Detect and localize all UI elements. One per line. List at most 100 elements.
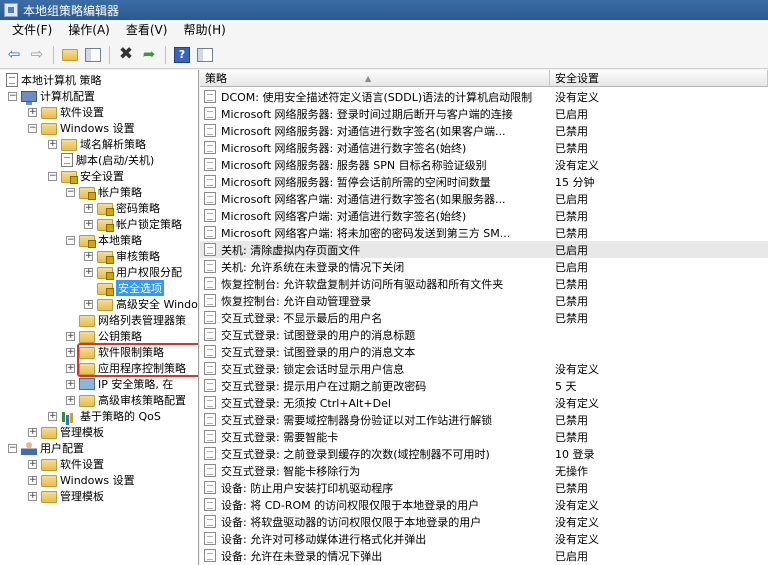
tree-node-audit-policy[interactable]: + 审核策略 [84,248,160,264]
policy-row[interactable]: 交互式登录: 需要域控制器身份验证以对工作站进行解锁 已禁用 [200,411,768,428]
security-folder-icon [97,202,114,216]
policy-row[interactable]: 设备: 允许在未登录的情况下弹出 已启用 [200,547,768,564]
policy-row[interactable]: Microsoft 网络服务器: 服务器 SPN 目标名称验证级别 没有定义 [200,156,768,173]
tree-node-software-settings[interactable]: + 软件设置 [28,104,104,120]
policy-name: 交互式登录: 智能卡移除行为 [221,464,361,478]
policy-row[interactable]: 交互式登录: 需要智能卡 已禁用 [200,428,768,445]
expand-icon[interactable]: + [48,139,57,149]
policy-row[interactable]: 交互式登录: 智能卡移除行为 无操作 [200,462,768,479]
policy-row[interactable]: 设备: 防止用户安装打印机驱动程序 已禁用 [200,479,768,496]
column-header-setting[interactable]: 安全设置 [550,70,768,87]
help-icon[interactable]: ? [172,45,192,65]
collapse-icon[interactable]: − [8,91,17,101]
menu-action[interactable]: 操作(A) [60,20,118,41]
policy-row[interactable]: 关机: 允许系统在未登录的情况下关闭 已启用 [200,258,768,275]
tree-node-qos[interactable]: + 基于策略的 QoS [48,408,161,424]
menu-file[interactable]: 文件(F) [4,20,60,41]
tree-node-admin-templates[interactable]: + 管理模板 [28,424,104,440]
tree-node-user-config[interactable]: − 用户配置 [8,440,84,456]
expand-icon[interactable]: + [48,411,57,421]
security-setting-value: 已启用 [555,549,588,563]
tree-node-windows-settings[interactable]: − Windows 设置 [28,120,135,136]
policy-cell: Microsoft 网络服务器: 对通信进行数字签名(始终) [200,140,550,156]
policy-row[interactable]: 设备: 允许对可移动媒体进行格式化并弹出 没有定义 [200,530,768,547]
delete-icon[interactable]: ✖ [116,45,136,65]
policy-row[interactable]: 设备: 将软盘驱动器的访问权限仅限于本地登录的用户 没有定义 [200,513,768,530]
policy-row[interactable]: Microsoft 网络服务器: 对通信进行数字签名(如果客户端... 已禁用 [200,122,768,139]
policy-row[interactable]: Microsoft 网络服务器: 对通信进行数字签名(始终) 已禁用 [200,139,768,156]
back-arrow-icon[interactable]: ⇦ [4,45,24,65]
tree-node-computer-config[interactable]: − 计算机配置 [8,88,95,105]
policy-row[interactable]: Microsoft 网络客户端: 对通信进行数字签名(始终) 已禁用 [200,207,768,224]
tree-node-name-resolution-policy[interactable]: + 域名解析策略 [48,136,146,152]
expand-icon[interactable]: + [66,331,75,341]
column-header-policy[interactable]: 策略 ▲ [200,70,550,87]
tree-node-network-list-manager[interactable]: 网络列表管理器策 [66,312,186,328]
policy-row[interactable]: Microsoft 网络服务器: 登录时间过期后断开与客户端的连接 已启用 [200,105,768,122]
tree-node-user-software-settings[interactable]: + 软件设置 [28,456,104,472]
policy-row[interactable]: 设备: 将 CD-ROM 的访问权限仅限于本地登录的用户 没有定义 [200,496,768,513]
tree-node-security-settings[interactable]: − 安全设置 [48,168,124,184]
policy-row[interactable]: Microsoft 网络客户端: 对通信进行数字签名(如果服务器... 已启用 [200,190,768,207]
collapse-icon[interactable]: − [48,171,57,181]
policy-row[interactable]: 交互式登录: 试图登录的用户的消息文本 [200,343,768,360]
tree-node-user-windows-settings[interactable]: + Windows 设置 [28,472,135,488]
policy-row[interactable]: 恢复控制台: 允许自动管理登录 已禁用 [200,292,768,309]
expand-icon[interactable]: + [28,475,37,485]
tree-node-public-key-policies[interactable]: + 公钥策略 [66,328,142,344]
policy-row[interactable]: 关机: 清除虚拟内存页面文件 已启用 [200,241,768,258]
tree-node-local-policies[interactable]: − 本地策略 [66,232,142,248]
expand-icon[interactable]: + [84,219,93,229]
show-hide-tree-icon[interactable] [83,45,103,65]
policy-name: 交互式登录: 之前登录到缓存的次数(域控制器不可用时) [221,447,490,461]
properties-view-icon[interactable] [195,45,215,65]
forward-arrow-icon[interactable]: ⇨ [27,45,47,65]
tree-node-security-options[interactable]: 安全选项 [84,280,164,296]
collapse-icon[interactable]: − [28,123,37,133]
folder-icon [41,106,57,119]
expand-icon[interactable]: + [66,395,75,405]
expand-icon[interactable]: + [66,363,75,373]
menu-help[interactable]: 帮助(H) [175,20,233,41]
policy-row[interactable]: 交互式登录: 无须按 Ctrl+Alt+Del 没有定义 [200,394,768,411]
tree-node-local-computer-policy[interactable]: 本地计算机 策略 [6,72,102,88]
policy-row[interactable]: 恢复控制台: 允许软盘复制并访问所有驱动器和所有文件夹 已禁用 [200,275,768,292]
tree-node-scripts[interactable]: 脚本(启动/关机) [48,152,154,168]
expand-icon[interactable]: + [66,379,75,389]
collapse-icon[interactable]: − [66,187,75,197]
export-list-icon[interactable]: ➦ [139,45,159,65]
collapse-icon[interactable]: − [66,235,75,245]
tree-node-user-admin-templates[interactable]: + 管理模板 [28,488,104,504]
expand-icon[interactable]: + [84,267,93,277]
expand-icon[interactable]: + [28,491,37,501]
tree-node-account-lockout-policy[interactable]: + 帐户锁定策略 [84,216,182,232]
up-folder-icon[interactable] [60,45,80,65]
security-setting-value: 15 分钟 [555,175,595,189]
tree-node-password-policy[interactable]: + 密码策略 [84,200,160,216]
collapse-icon[interactable]: − [8,443,17,453]
tree-node-advanced-firewall[interactable]: + 高级安全 Windo [84,296,198,312]
expand-icon[interactable]: + [28,107,37,117]
expand-icon[interactable]: + [84,251,93,261]
policy-row[interactable]: 交互式登录: 不显示最后的用户名 已禁用 [200,309,768,326]
tree-node-advanced-audit[interactable]: + 高级审核策略配置 [66,392,186,408]
menu-view[interactable]: 查看(V) [118,20,176,41]
policy-row[interactable]: Microsoft 网络服务器: 暂停会话前所需的空闲时间数量 15 分钟 [200,173,768,190]
expand-icon[interactable]: + [66,347,75,357]
policy-row[interactable]: 交互式登录: 之前登录到缓存的次数(域控制器不可用时) 10 登录 [200,445,768,462]
expand-icon[interactable]: + [84,299,93,309]
tree-node-user-rights-assignment[interactable]: + 用户权限分配 [84,264,182,280]
expand-icon[interactable]: + [84,203,93,213]
policy-row[interactable]: Microsoft 网络客户端: 将未加密的密码发送到第三方 SM... 已禁用 [200,224,768,241]
policy-cell: Microsoft 网络服务器: 服务器 SPN 目标名称验证级别 [200,157,550,173]
tree-node-ip-security[interactable]: + IP 安全策略, 在 [66,376,173,392]
policy-row[interactable]: 交互式登录: 提示用户在过期之前更改密码 5 天 [200,377,768,394]
policy-cell: 恢复控制台: 允许软盘复制并访问所有驱动器和所有文件夹 [200,276,550,292]
expand-icon[interactable]: + [28,427,37,437]
policy-cell: 设备: 允许在未登录的情况下弹出 [200,548,550,564]
policy-row[interactable]: 交互式登录: 试图登录的用户的消息标题 [200,326,768,343]
expand-icon[interactable]: + [28,459,37,469]
tree-node-account-policies[interactable]: − 帐户策略 [66,184,142,200]
policy-row[interactable]: DCOM: 使用安全描述符定义语言(SDDL)语法的计算机启动限制 没有定义 [200,88,768,105]
policy-row[interactable]: 交互式登录: 锁定会话时显示用户信息 没有定义 [200,360,768,377]
